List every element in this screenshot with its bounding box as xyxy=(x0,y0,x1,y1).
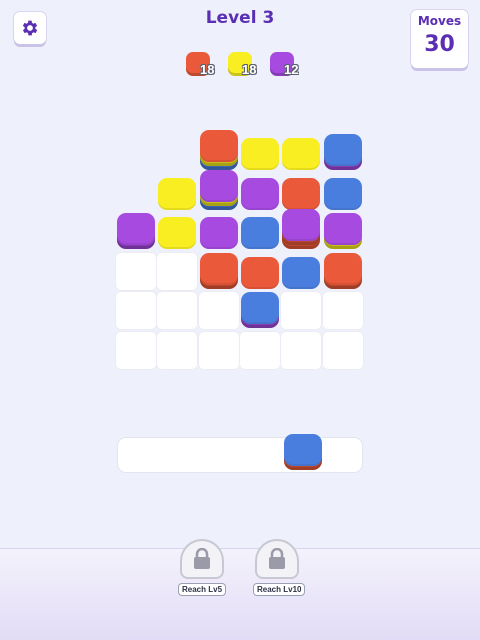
red-tile-top xyxy=(240,256,279,289)
goal-count: 18 xyxy=(242,62,257,77)
red-tile-top xyxy=(199,252,238,285)
tile-stack[interactable] xyxy=(117,213,155,249)
red-tile-top xyxy=(282,177,321,210)
goal-yellow: 18 xyxy=(228,52,258,78)
purple-tile-top xyxy=(117,213,155,245)
holding-tray xyxy=(118,434,362,472)
booster-label: Reach Lv5 xyxy=(178,583,227,596)
lock-icon xyxy=(194,548,210,569)
booster-slot-2[interactable]: Reach Lv10 xyxy=(253,539,306,597)
tile-stack[interactable] xyxy=(323,213,362,249)
blue-tile-top xyxy=(240,217,279,249)
booster-bubble xyxy=(255,539,299,579)
empty-cell[interactable] xyxy=(116,292,156,329)
purple-tile-top xyxy=(282,209,321,241)
goal-purple: 12 xyxy=(270,52,300,78)
moves-value: 30 xyxy=(424,32,455,57)
purple-tile-top xyxy=(199,169,238,202)
empty-cell[interactable] xyxy=(157,331,198,369)
empty-cell[interactable] xyxy=(198,292,239,329)
tile-stack[interactable] xyxy=(199,130,238,170)
red-tile-top xyxy=(323,252,362,285)
moves-label: Moves xyxy=(417,14,462,28)
tile-stack[interactable] xyxy=(323,134,362,170)
booster-slot-1[interactable]: Reach Lv5 xyxy=(178,539,227,597)
goal-red: 18 xyxy=(186,52,216,78)
yellow-tile-top xyxy=(240,138,279,170)
tile-stack[interactable] xyxy=(240,292,279,328)
tile-stack[interactable] xyxy=(199,252,238,289)
tile-stack[interactable] xyxy=(282,177,321,210)
empty-cell[interactable] xyxy=(322,331,363,369)
tile-stack[interactable] xyxy=(240,256,279,289)
tray-stack[interactable] xyxy=(283,434,322,470)
moves-counter: Moves 30 xyxy=(411,10,468,68)
goal-counters: 18 18 12 xyxy=(186,52,300,78)
empty-cell[interactable] xyxy=(157,292,198,329)
goal-count: 12 xyxy=(284,62,299,77)
purple-tile-top xyxy=(323,213,362,245)
blue-tile-top xyxy=(283,434,322,466)
tile-stack[interactable] xyxy=(199,217,238,249)
booster-bar: Reach Lv5 Reach Lv10 xyxy=(0,539,480,640)
yellow-tile-top xyxy=(158,177,197,210)
empty-cell[interactable] xyxy=(281,292,322,329)
purple-tile-top xyxy=(199,217,238,249)
tile-stack[interactable] xyxy=(282,256,321,289)
tile-stack[interactable] xyxy=(240,177,279,210)
empty-cell[interactable] xyxy=(239,331,280,369)
blue-tile-top xyxy=(323,134,362,166)
tile-stack[interactable] xyxy=(282,209,321,249)
empty-cell[interactable] xyxy=(157,252,198,290)
empty-cell[interactable] xyxy=(322,292,363,329)
yellow-tile-top xyxy=(158,217,197,249)
tile-stack[interactable] xyxy=(282,138,321,170)
goal-count: 18 xyxy=(200,62,215,77)
red-tile-top xyxy=(199,130,238,162)
empty-cell[interactable] xyxy=(198,331,239,369)
blue-tile-top xyxy=(282,256,321,289)
empty-cell[interactable] xyxy=(116,331,156,369)
tile-stack[interactable] xyxy=(199,169,238,210)
game-board xyxy=(116,130,364,370)
blue-tile-top xyxy=(240,292,279,324)
booster-bubble xyxy=(180,539,224,579)
purple-tile-top xyxy=(240,177,279,210)
booster-label: Reach Lv10 xyxy=(253,583,306,596)
empty-cell[interactable] xyxy=(116,252,156,290)
lock-icon xyxy=(269,548,285,569)
blue-tile-top xyxy=(323,177,362,210)
yellow-tile-top xyxy=(282,138,321,170)
tile-stack[interactable] xyxy=(240,217,279,249)
tile-stack[interactable] xyxy=(158,217,197,249)
empty-cell[interactable] xyxy=(281,331,322,369)
tile-stack[interactable] xyxy=(240,138,279,170)
tile-stack[interactable] xyxy=(323,252,362,289)
tile-stack[interactable] xyxy=(158,177,197,210)
tile-stack[interactable] xyxy=(323,177,362,210)
level-title: Level 3 xyxy=(205,8,275,28)
